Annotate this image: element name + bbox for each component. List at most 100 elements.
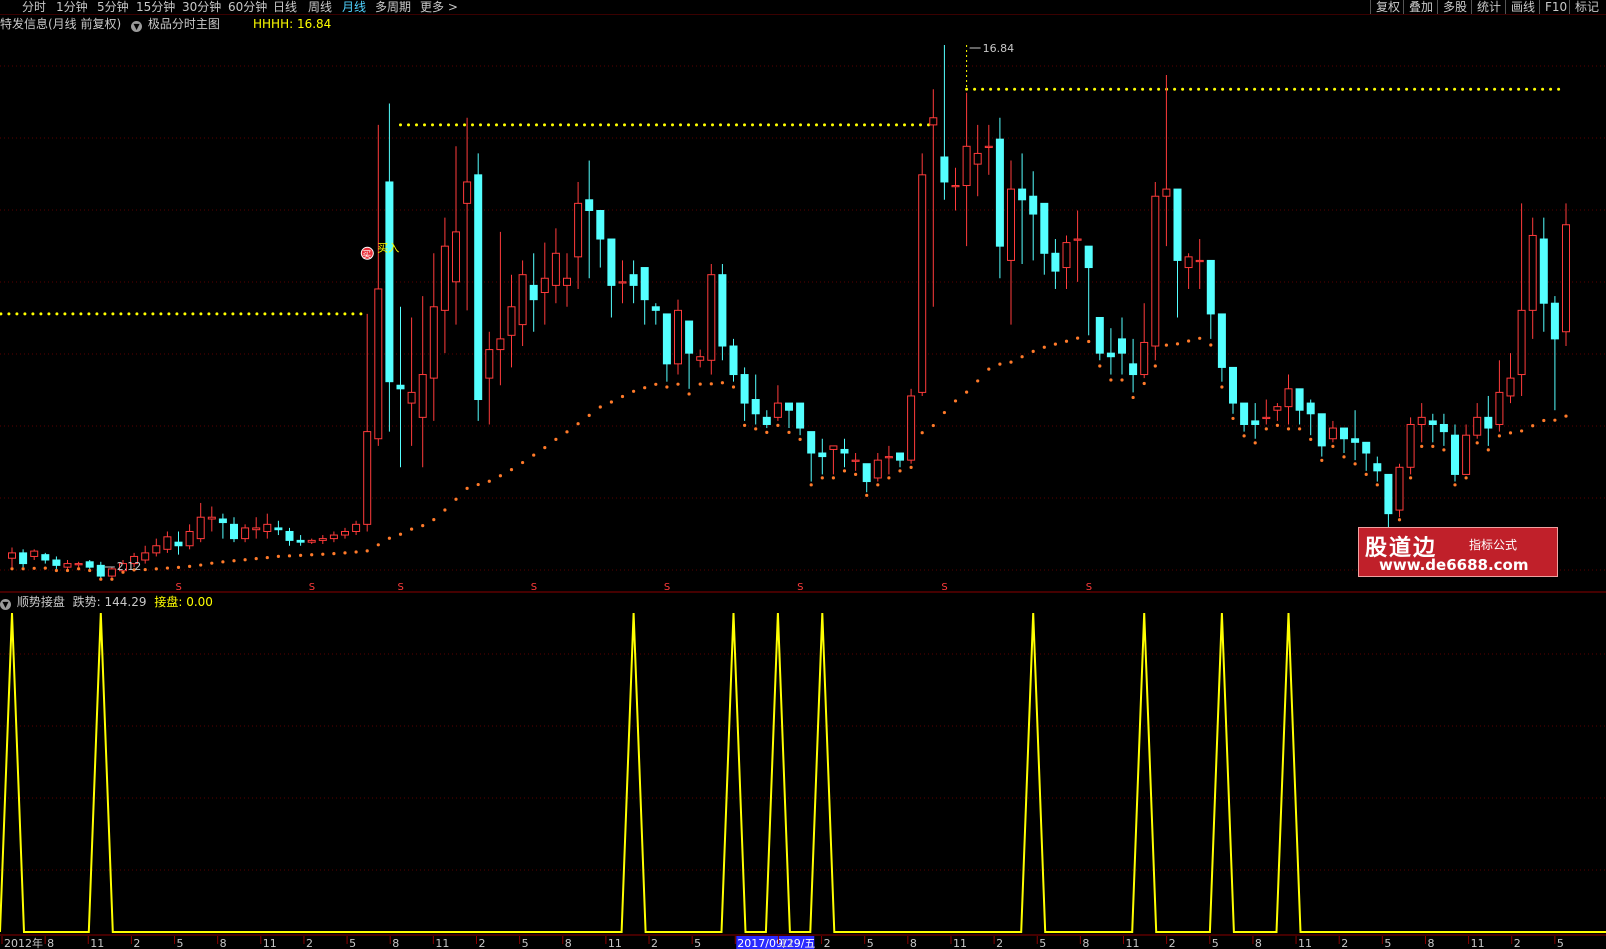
candle-body bbox=[329, 534, 338, 540]
resistance-dots bbox=[647, 123, 650, 127]
high-dots bbox=[1213, 87, 1217, 91]
candle-body bbox=[1328, 427, 1337, 440]
x-tick-label: 2 bbox=[651, 937, 658, 949]
candle-body bbox=[407, 391, 416, 404]
x-tick-label: 5 bbox=[1557, 937, 1564, 949]
sar-dot bbox=[299, 553, 303, 557]
candle-body bbox=[8, 552, 16, 559]
sar-dot bbox=[798, 437, 802, 441]
sar-dot bbox=[498, 474, 502, 478]
x-tick-label: 5 bbox=[1212, 937, 1219, 949]
candle-body bbox=[1151, 195, 1160, 347]
high-dots bbox=[1069, 87, 1073, 91]
sar-dot bbox=[454, 497, 458, 501]
candle-body bbox=[1517, 309, 1526, 376]
sar-dot bbox=[77, 567, 81, 571]
sar-dot bbox=[820, 476, 824, 480]
sar-dot bbox=[1409, 476, 1413, 480]
sar-dot bbox=[365, 549, 369, 553]
candle-body bbox=[618, 281, 627, 284]
candle-body bbox=[440, 245, 449, 311]
high-label: 16.84 bbox=[983, 42, 1015, 55]
candle-body bbox=[1051, 252, 1060, 272]
high-dots bbox=[1341, 87, 1345, 91]
resistance-dots bbox=[559, 123, 562, 127]
candle-body bbox=[807, 431, 816, 454]
resistance-dots bbox=[687, 123, 690, 127]
resistance-dots bbox=[583, 123, 586, 127]
sar-dot bbox=[1253, 441, 1257, 445]
sar-dot bbox=[32, 566, 36, 570]
candle-body bbox=[196, 516, 205, 540]
support-dots bbox=[359, 312, 363, 316]
candle-body bbox=[1229, 366, 1237, 404]
resistance-dots bbox=[727, 123, 730, 127]
sar-dot bbox=[221, 560, 225, 564]
sar-dot bbox=[998, 362, 1002, 366]
resistance-dots bbox=[487, 123, 490, 127]
candle-body bbox=[1162, 188, 1171, 197]
candle-body bbox=[285, 530, 294, 541]
s-marker: S bbox=[797, 582, 803, 593]
support-dots bbox=[151, 312, 155, 316]
high-dots bbox=[1429, 87, 1433, 91]
sar-dot bbox=[687, 392, 691, 396]
stock-chart[interactable]: 16.84 2.12 买买入 S S S S S S S S 2012年 8 11 2 5 8 11 2 5 8 11 2 5… bbox=[0, 0, 1606, 949]
candle-body bbox=[1406, 423, 1415, 468]
high-dots bbox=[1485, 87, 1489, 91]
x-tick-label: 8 bbox=[1427, 937, 1434, 949]
candle-body bbox=[341, 530, 349, 536]
sar-dot bbox=[720, 381, 725, 385]
high-dots bbox=[1021, 87, 1025, 91]
high-dots bbox=[1269, 87, 1273, 91]
resistance-dots bbox=[711, 123, 714, 127]
resistance-dots bbox=[703, 123, 706, 127]
resistance-dots bbox=[759, 123, 762, 127]
support-dots bbox=[319, 312, 323, 316]
sar-dot bbox=[1164, 343, 1168, 347]
high-dots bbox=[1261, 87, 1265, 91]
candle-body bbox=[218, 518, 227, 524]
candle-body bbox=[685, 320, 694, 354]
resistance-dots bbox=[495, 123, 498, 127]
candle-body bbox=[1106, 352, 1115, 358]
sar-dot bbox=[1098, 364, 1102, 368]
resistance-dots bbox=[767, 123, 770, 127]
sar-dot bbox=[1187, 339, 1191, 343]
candle-body bbox=[1073, 238, 1082, 241]
candle-body bbox=[74, 563, 83, 566]
resistance-dots bbox=[895, 123, 898, 127]
sar-dot bbox=[1331, 444, 1335, 448]
sar-dot bbox=[1286, 427, 1291, 431]
x-tick-label: 8 bbox=[1255, 937, 1262, 949]
candle-body bbox=[1273, 406, 1282, 411]
candle-body bbox=[252, 527, 261, 531]
candle-body bbox=[352, 523, 361, 532]
candle-body bbox=[107, 568, 116, 577]
high-dots bbox=[1405, 87, 1409, 91]
high-dots bbox=[1357, 87, 1361, 91]
sar-dot bbox=[1453, 483, 1457, 487]
resistance-dots bbox=[663, 123, 666, 127]
s-marker: S bbox=[309, 582, 315, 593]
high-dots bbox=[1157, 87, 1161, 91]
high-dots bbox=[1229, 87, 1233, 91]
candle-body bbox=[63, 563, 72, 568]
support-dots bbox=[327, 312, 331, 316]
candle-body bbox=[474, 174, 483, 401]
resistance-dots bbox=[879, 123, 882, 127]
support-dots bbox=[231, 312, 235, 316]
sar-dot bbox=[1142, 381, 1146, 386]
sar-dot bbox=[1508, 431, 1513, 435]
candle-body bbox=[296, 539, 305, 543]
x-tick-label: 2017/09/29/五 bbox=[737, 937, 815, 949]
sar-dot bbox=[909, 465, 913, 469]
candle-body bbox=[1340, 427, 1348, 440]
sar-dot bbox=[1442, 448, 1446, 452]
support-dots bbox=[191, 312, 195, 316]
candle-body bbox=[884, 456, 893, 459]
candle-body bbox=[141, 552, 150, 561]
sar-dot bbox=[1153, 364, 1157, 368]
candle-body bbox=[640, 267, 649, 301]
support-dots bbox=[247, 312, 251, 316]
